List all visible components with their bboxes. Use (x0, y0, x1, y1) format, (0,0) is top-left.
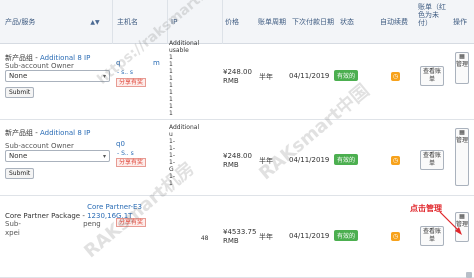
sub-owner-line-2: xpei (5, 229, 20, 237)
column-auto-renew-label: 自动续费 (380, 18, 408, 26)
hostname-link-suffix[interactable]: m (153, 59, 160, 67)
column-ops-label: 操作 (453, 18, 467, 26)
share-reward-button[interactable]: 分享有奖 (116, 78, 147, 87)
column-status-label: 状态 (340, 18, 354, 26)
chevron-down-icon: ▾ (102, 152, 106, 160)
next-due-date: 04/11/2019 (289, 156, 330, 164)
column-price[interactable]: 价格 (223, 0, 253, 44)
column-ops: 操作 (453, 0, 473, 44)
status-badge: 有效的 (334, 154, 359, 165)
grid-icon: ▦ (459, 129, 465, 136)
view-bill-button[interactable]: 查看账单 (420, 66, 444, 86)
column-bill-label-2: 色为未 (418, 11, 439, 19)
product-group: Core Partner Package - (5, 212, 88, 220)
column-cycle[interactable]: 账单周期 (256, 0, 286, 44)
manage-button[interactable]: ▦ 管理 (455, 212, 469, 242)
price-value: ¥248.00 RMB (223, 152, 252, 170)
table-header: 产品/服务 ▲▼ 主机名 IP 价格 账单周期 下次付款日期 状态 自动续费 账… (0, 0, 474, 44)
manage-button[interactable]: ▦ 管理 (455, 128, 469, 186)
hostname-link[interactable]: q (116, 59, 120, 67)
price-value: ¥4533.75 RMB (223, 228, 256, 246)
owner-select-value: None (9, 72, 28, 80)
column-host[interactable]: 主机名 (114, 0, 168, 44)
table-row: 新产品组 - Additional 8 IP Sub-account Owner… (0, 40, 474, 120)
column-product-label: 产品/服务 (5, 18, 36, 26)
share-reward-button[interactable]: 分享有奖 (116, 218, 147, 227)
column-cycle-label: 账单周期 (258, 18, 286, 26)
grid-icon: ▦ (459, 53, 465, 60)
product-group: 新产品组 - (5, 129, 40, 137)
billing-cycle: 半年 (259, 233, 273, 241)
column-auto-renew[interactable]: 自动续费 (380, 0, 416, 44)
view-bill-button[interactable]: 查看账单 (420, 150, 444, 170)
column-ip[interactable]: IP (168, 0, 223, 44)
column-due-label: 下次付款日期 (292, 18, 334, 26)
column-host-label: 主机名 (117, 18, 138, 26)
ip-redaction (177, 132, 205, 192)
sub-owner-name: peng (83, 220, 101, 228)
price-amount: ¥248.00 (223, 68, 252, 76)
price-currency: RMB (223, 161, 239, 169)
next-due-date: 04/11/2019 (289, 72, 330, 80)
scrollbar-thumb[interactable] (466, 272, 472, 278)
status-badge: 有效的 (334, 230, 359, 241)
column-bill-label-1: 账单（红 (418, 3, 446, 11)
column-bill[interactable]: 账单（红 色为未 付） (418, 0, 452, 44)
price-amount: ¥248.00 (223, 152, 252, 160)
grid-icon: ▦ (459, 213, 465, 220)
hostname-sub: - S.. s (117, 150, 134, 157)
submit-button[interactable]: Submit (5, 87, 35, 98)
product-name: 新产品组 - Additional 8 IP (5, 128, 90, 138)
auto-renew-icon[interactable]: ◷ (391, 72, 400, 81)
column-ip-label: IP (171, 18, 178, 26)
view-bill-button[interactable]: 查看账单 (420, 226, 444, 246)
sub-account-owner-label: Sub-account Owner (5, 142, 74, 150)
owner-select[interactable]: None ▾ (5, 70, 110, 82)
product-link[interactable]: Additional 8 IP (40, 54, 90, 62)
owner-select-value: None (9, 152, 28, 160)
price-amount: ¥4533.75 (223, 228, 257, 236)
sub-account-owner-label: Sub-account Owner (5, 62, 74, 70)
auto-renew-icon[interactable]: ◷ (391, 232, 400, 241)
auto-renew-icon[interactable]: ◷ (391, 156, 400, 165)
ip-redaction (174, 54, 204, 116)
ip-list: 48 (200, 235, 209, 242)
status-badge: 有效的 (334, 70, 359, 81)
sort-icon: ▲▼ (90, 18, 100, 26)
annotation-click-manage: 点击管理 (410, 204, 442, 213)
manage-label: 管理 (456, 221, 469, 228)
sub-account-owner-label: Sub- peng (5, 220, 101, 228)
share-reward-button[interactable]: 分享有奖 (116, 158, 147, 167)
product-group: 新产品组 - (5, 54, 40, 62)
chevron-down-icon: ▾ (102, 72, 106, 80)
manage-label: 管理 (456, 61, 469, 68)
submit-button[interactable]: Submit (5, 168, 35, 179)
manage-label: 管理 (456, 137, 469, 144)
product-link[interactable]: Additional 8 IP (40, 129, 90, 137)
hostname-link[interactable]: q0 (116, 140, 125, 148)
column-bill-label-3: 付） (418, 19, 432, 27)
column-due[interactable]: 下次付款日期 (290, 0, 338, 44)
manage-button[interactable]: ▦ 管理 (455, 52, 469, 84)
billing-cycle: 半年 (259, 73, 273, 81)
price-value: ¥248.00 RMB (223, 68, 252, 86)
column-status[interactable]: 状态 (338, 0, 368, 44)
table-row: Core Partner Package - Core Partner-E3 1… (0, 196, 474, 278)
hostname-sub: - s.. s (117, 69, 134, 76)
price-currency: RMB (223, 237, 239, 245)
owner-select[interactable]: None ▾ (5, 150, 110, 162)
price-currency: RMB (223, 77, 239, 85)
column-price-label: 价格 (225, 18, 239, 26)
table-row: 新产品组 - Additional 8 IP Sub-account Owner… (0, 120, 474, 196)
billing-cycle: 半年 (259, 157, 273, 165)
column-product[interactable]: 产品/服务 ▲▼ (5, 0, 113, 44)
next-due-date: 04/11/2019 (289, 232, 330, 240)
sub-owner-prefix: Sub- (5, 220, 21, 228)
